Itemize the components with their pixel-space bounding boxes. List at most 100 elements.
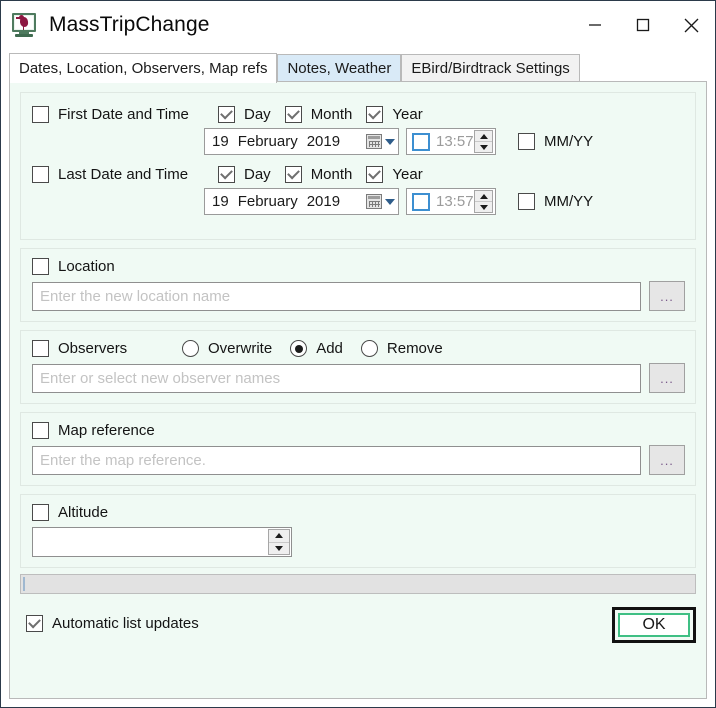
last-time-value: 13:57 (436, 193, 474, 210)
spinner-down-icon[interactable] (475, 201, 492, 212)
dates-group: First Date and Time Day Month Year 19 Fe… (20, 92, 696, 240)
calendar-icon (366, 134, 382, 149)
tab-strip: Dates, Location, Observers, Map refs Not… (1, 49, 715, 83)
first-date-day: 19 (212, 133, 229, 150)
observers-mode-remove-label: Remove (386, 340, 443, 357)
first-day-label: Day (244, 106, 271, 123)
altitude-checkbox[interactable] (32, 504, 49, 521)
last-date-checkbox[interactable] (32, 166, 49, 183)
automatic-list-updates-checkbox[interactable] (26, 614, 43, 632)
first-date-month: February (237, 133, 298, 150)
window-controls (571, 1, 715, 49)
first-year-label: Year (392, 106, 423, 123)
observers-placeholder: Enter or select new observer names (40, 369, 281, 387)
altitude-input[interactable] (32, 527, 292, 557)
first-mmyy-checkbox[interactable] (518, 133, 535, 150)
tab-page-dates-location: First Date and Time Day Month Year 19 Fe… (9, 81, 707, 699)
progress-bar (20, 574, 696, 594)
first-day-checkbox[interactable] (218, 106, 235, 123)
observers-checkbox[interactable] (32, 340, 49, 357)
last-month-checkbox[interactable] (284, 166, 302, 183)
observers-mode-add-radio[interactable] (290, 340, 308, 357)
map-reference-browse-button[interactable]: ... (649, 445, 685, 475)
location-checkbox[interactable] (32, 258, 49, 275)
map-reference-label: Map reference (58, 422, 155, 439)
last-time-checkbox[interactable] (412, 192, 430, 211)
first-date-label: First Date and Time (58, 106, 189, 123)
first-time-spinner[interactable] (474, 130, 493, 153)
tab-label: Notes, Weather (287, 60, 392, 77)
spinner-up-icon[interactable] (475, 131, 492, 141)
first-date-calendar-dropdown[interactable] (366, 134, 395, 149)
first-date-checkbox[interactable] (32, 106, 49, 123)
maximize-icon[interactable] (619, 1, 667, 49)
minimize-icon[interactable] (571, 1, 619, 49)
last-date-calendar-dropdown[interactable] (366, 194, 395, 209)
chevron-down-icon (385, 138, 395, 145)
map-reference-checkbox[interactable] (32, 422, 49, 439)
automatic-list-updates-label: Automatic list updates (52, 614, 199, 632)
spinner-up-icon[interactable] (475, 191, 492, 201)
first-time-checkbox[interactable] (412, 132, 430, 151)
location-placeholder: Enter the new location name (40, 287, 231, 305)
first-mmyy-label: MM/YY (544, 133, 594, 150)
ok-button[interactable]: OK (618, 613, 690, 637)
altitude-spinner[interactable] (268, 529, 290, 555)
first-month-label: Month (310, 106, 353, 123)
last-year-checkbox[interactable] (366, 166, 384, 183)
tab-dates-location-observers-maprefs[interactable]: Dates, Location, Observers, Map refs (9, 53, 278, 83)
observers-mode-add-label: Add (316, 340, 343, 357)
last-mmyy-checkbox[interactable] (518, 193, 535, 210)
map-reference-placeholder: Enter the map reference. (40, 451, 206, 469)
spinner-down-icon[interactable] (269, 541, 289, 555)
last-date-month: February (237, 193, 298, 210)
altitude-label: Altitude (58, 504, 109, 521)
last-date-picker[interactable]: 19 February 2019 (204, 188, 399, 215)
spinner-up-icon[interactable] (269, 530, 289, 542)
close-icon[interactable] (667, 1, 715, 49)
last-month-label: Month (310, 166, 353, 183)
location-label: Location (58, 258, 115, 275)
tab-label: EBird/Birdtrack Settings (411, 60, 570, 77)
observers-mode-overwrite-radio[interactable] (182, 340, 199, 357)
location-browse-button[interactable]: ... (649, 281, 685, 311)
last-date-day: 19 (212, 193, 229, 210)
tab-notes-weather[interactable]: Notes, Weather (277, 54, 402, 82)
last-day-checkbox[interactable] (218, 166, 235, 183)
tab-label: Dates, Location, Observers, Map refs (19, 60, 268, 77)
observers-browse-button[interactable]: ... (649, 363, 685, 393)
window-title: MassTripChange (49, 13, 210, 36)
last-mmyy-label: MM/YY (544, 193, 594, 210)
first-month-checkbox[interactable] (284, 106, 302, 123)
observers-mode-remove-radio[interactable] (360, 340, 378, 357)
altitude-group: Altitude (20, 494, 696, 568)
last-date-year: 2019 (306, 193, 341, 210)
first-date-picker[interactable]: 19 February 2019 (204, 128, 399, 155)
location-input[interactable]: Enter the new location name (32, 281, 641, 311)
location-group: Location Enter the new location name ... (20, 248, 696, 322)
calendar-icon (366, 194, 382, 209)
first-date-year: 2019 (306, 133, 341, 150)
app-bird-monitor-icon (12, 12, 38, 38)
last-year-label: Year (392, 166, 423, 183)
mass-trip-change-window: MassTripChange Dates, Location, Observer… (0, 0, 716, 708)
observers-group: Observers Overwrite Add Remove Enter or … (20, 330, 696, 404)
map-reference-group: Map reference Enter the map reference. .… (20, 412, 696, 486)
title-bar: MassTripChange (1, 1, 715, 49)
first-time-value: 13:57 (436, 133, 474, 150)
last-date-label: Last Date and Time (58, 166, 189, 183)
observers-input[interactable]: Enter or select new observer names (32, 363, 641, 393)
spinner-down-icon[interactable] (475, 141, 492, 152)
last-time-field[interactable]: 13:57 (406, 188, 496, 215)
last-time-spinner[interactable] (474, 190, 493, 213)
last-day-label: Day (244, 166, 271, 183)
tab-ebird-birdtrack-settings[interactable]: EBird/Birdtrack Settings (401, 54, 580, 82)
map-reference-input[interactable]: Enter the map reference. (32, 445, 641, 475)
footer: Automatic list updates OK (18, 601, 698, 645)
observers-label: Observers (58, 340, 128, 357)
first-time-field[interactable]: 13:57 (406, 128, 496, 155)
observers-mode-overwrite-label: Overwrite (208, 340, 273, 357)
chevron-down-icon (385, 198, 395, 205)
ok-button-focus-ring: OK (612, 607, 696, 643)
first-year-checkbox[interactable] (366, 106, 384, 123)
